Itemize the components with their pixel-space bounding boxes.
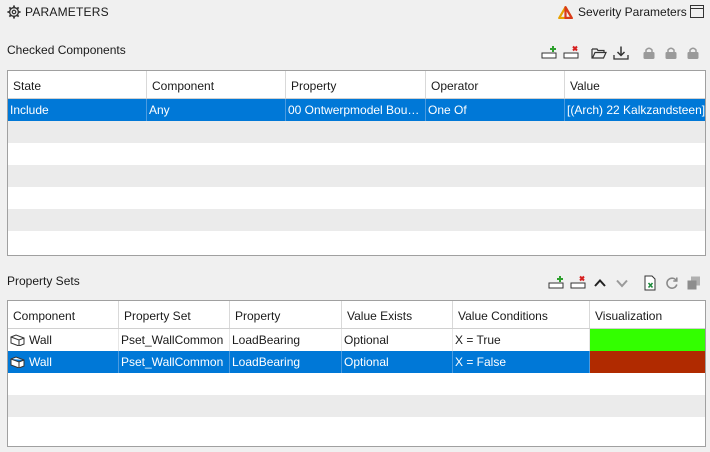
lock-button-2[interactable] [660, 44, 682, 62]
visualization-color-swatch[interactable] [590, 351, 705, 373]
cell-state: Include [8, 99, 147, 121]
open-folder-icon [591, 48, 607, 59]
add-row-button[interactable] [538, 44, 560, 62]
add-property-set-button[interactable] [545, 274, 567, 292]
cell-component-label: Wall [29, 333, 52, 347]
column-header-property-set[interactable]: Property Set [119, 301, 230, 328]
panel-header: PARAMETERS Severity Parameters [0, 0, 710, 24]
empty-row [8, 417, 705, 439]
empty-row [8, 121, 705, 143]
empty-row [8, 209, 705, 231]
refresh-icon [666, 277, 678, 289]
property-sets-table: Component Property Set Property Value Ex… [7, 300, 706, 447]
checked-components-title: Checked Components [7, 43, 126, 57]
table-row[interactable]: Include Any 00 Ontwerpmodel Bou… One Of … [8, 99, 705, 121]
column-header-value-conditions[interactable]: Value Conditions [453, 301, 590, 328]
add-row-icon [541, 46, 557, 59]
wall-icon [10, 334, 25, 346]
download-button[interactable] [610, 44, 632, 62]
empty-row [8, 143, 705, 165]
cell-component: Wall [8, 329, 119, 351]
cell-property-set: Pset_WallCommon [119, 329, 230, 351]
copy-icon [687, 276, 700, 290]
column-header-value-exists[interactable]: Value Exists [342, 301, 453, 328]
lock-icon [665, 47, 677, 59]
column-header-operator[interactable]: Operator [426, 71, 565, 98]
move-up-button[interactable] [589, 274, 611, 292]
gear-icon [7, 5, 21, 19]
cell-visualization[interactable] [590, 329, 705, 351]
empty-row [8, 231, 705, 253]
add-row-icon [548, 276, 564, 289]
column-header-property[interactable]: Property [230, 301, 342, 328]
cell-component: Wall [8, 351, 119, 373]
cell-property: 00 Ontwerpmodel Bou… [286, 99, 426, 121]
refresh-button[interactable] [661, 274, 683, 292]
move-up-icon [594, 279, 606, 287]
severity-triangle-icon [558, 5, 573, 19]
download-icon [613, 46, 629, 60]
property-sets-title: Property Sets [7, 274, 80, 288]
cell-component-label: Wall [29, 355, 52, 369]
column-header-value[interactable]: Value [565, 71, 705, 98]
wall-icon [10, 356, 25, 368]
lock-icon [687, 47, 699, 59]
delete-row-button[interactable] [560, 44, 582, 62]
column-header-component[interactable]: Component [147, 71, 286, 98]
cell-value-conditions: X = True [453, 329, 590, 351]
cell-value-conditions: X = False [453, 351, 590, 373]
table-row[interactable]: Wall Pset_WallCommon LoadBearing Optiona… [8, 351, 705, 373]
copy-button[interactable] [683, 274, 705, 292]
empty-row [8, 373, 705, 395]
cell-value-exists: Optional [342, 351, 453, 373]
cell-property: LoadBearing [230, 351, 342, 373]
cell-visualization[interactable] [590, 351, 705, 373]
cell-operator: One Of [426, 99, 565, 121]
open-folder-button[interactable] [588, 44, 610, 62]
lock-button-1[interactable] [638, 44, 660, 62]
severity-parameters-button[interactable]: Severity Parameters [558, 4, 687, 20]
empty-row [8, 165, 705, 187]
column-header-property[interactable]: Property [286, 71, 426, 98]
property-sets-toolbar [545, 274, 705, 292]
checked-components-table: State Component Property Operator Value … [7, 70, 706, 256]
delete-property-set-button[interactable] [567, 274, 589, 292]
cell-value-exists: Optional [342, 329, 453, 351]
panel-title: PARAMETERS [25, 5, 109, 19]
visualization-color-swatch[interactable] [590, 329, 705, 351]
empty-row [8, 187, 705, 209]
column-header-component[interactable]: Component [8, 301, 119, 328]
severity-parameters-label: Severity Parameters [578, 5, 687, 19]
column-header-visualization[interactable]: Visualization [590, 301, 705, 328]
export-excel-button[interactable] [639, 274, 661, 292]
lock-button-3[interactable] [682, 44, 704, 62]
delete-row-icon [563, 45, 579, 59]
table-header: Component Property Set Property Value Ex… [8, 301, 705, 329]
move-down-icon [616, 279, 628, 288]
table-header: State Component Property Operator Value [8, 71, 705, 99]
checked-components-toolbar [538, 44, 704, 62]
cell-value: [(Arch) 22 Kalkzandsteen] [567, 103, 705, 117]
export-excel-icon [644, 275, 656, 291]
move-down-button[interactable] [611, 274, 633, 292]
cell-property: LoadBearing [230, 329, 342, 351]
cell-component: Any [147, 99, 286, 121]
lock-icon [643, 47, 655, 59]
delete-row-icon [570, 275, 586, 289]
window-toggle-icon[interactable] [690, 5, 704, 18]
cell-property-set: Pset_WallCommon [119, 351, 230, 373]
empty-row [8, 395, 705, 417]
table-row[interactable]: Wall Pset_WallCommon LoadBearing Optiona… [8, 329, 705, 351]
column-header-state[interactable]: State [8, 71, 147, 98]
